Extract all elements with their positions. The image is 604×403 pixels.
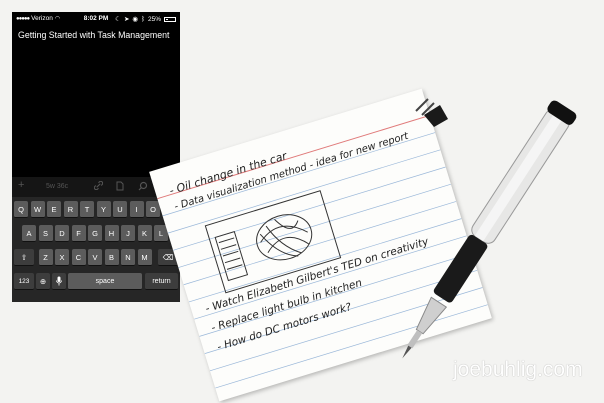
key-h[interactable]: H bbox=[104, 225, 119, 242]
key-q[interactable]: Q bbox=[14, 201, 28, 218]
key-n[interactable]: N bbox=[121, 249, 135, 266]
key-w[interactable]: W bbox=[30, 201, 45, 218]
numbers-key[interactable]: 123 bbox=[14, 273, 34, 290]
key-u[interactable]: U bbox=[113, 201, 127, 218]
keyboard: Q W E R T Y U I O P A S D F G H J K L ⇧ … bbox=[12, 197, 180, 302]
key-j[interactable]: J bbox=[121, 225, 135, 242]
note-title[interactable]: Getting Started with Task Management bbox=[18, 30, 169, 40]
battery-percent: 25% bbox=[147, 15, 161, 23]
key-e[interactable]: E bbox=[47, 201, 61, 218]
pen bbox=[402, 100, 577, 359]
key-m[interactable]: M bbox=[137, 249, 152, 266]
key-z[interactable]: Z bbox=[38, 249, 53, 266]
shift-icon[interactable]: ⇧ bbox=[14, 249, 34, 266]
location-icon: ➤ bbox=[123, 16, 130, 23]
plus-icon[interactable]: + bbox=[18, 179, 24, 191]
key-a[interactable]: A bbox=[22, 225, 36, 242]
alarm-icon: ◉ bbox=[132, 16, 139, 23]
link-icon[interactable] bbox=[93, 180, 104, 192]
search-icon[interactable] bbox=[138, 181, 148, 193]
key-r[interactable]: R bbox=[63, 201, 78, 218]
status-bar: ●●●●● Verizon ◠ 8:02 PM ☾ ➤ ◉ ᛒ 25% bbox=[12, 12, 180, 25]
key-b[interactable]: B bbox=[104, 249, 119, 266]
moon-icon: ☾ bbox=[115, 16, 121, 23]
key-g[interactable]: G bbox=[88, 225, 102, 242]
key-s[interactable]: S bbox=[38, 225, 53, 242]
key-d[interactable]: D bbox=[55, 225, 69, 242]
key-k[interactable]: K bbox=[137, 225, 152, 242]
key-t[interactable]: T bbox=[80, 201, 94, 218]
key-c[interactable]: C bbox=[71, 249, 86, 266]
microphone-icon[interactable] bbox=[52, 273, 66, 290]
key-f[interactable]: F bbox=[71, 225, 86, 242]
space-key[interactable]: space bbox=[68, 273, 142, 290]
bluetooth-icon: ᛒ bbox=[141, 15, 145, 23]
word-count: 5w 36c bbox=[46, 183, 69, 190]
key-v[interactable]: V bbox=[88, 249, 102, 266]
document-icon[interactable] bbox=[116, 181, 124, 193]
key-i[interactable]: I bbox=[129, 201, 144, 218]
phone-screenshot: ●●●●● Verizon ◠ 8:02 PM ☾ ➤ ◉ ᛒ 25% Gett… bbox=[12, 12, 180, 302]
watermark: joebuhlig.com bbox=[453, 358, 583, 381]
return-key[interactable]: return bbox=[145, 273, 178, 290]
battery-icon bbox=[164, 16, 176, 22]
globe-icon[interactable]: ⊕ bbox=[36, 273, 50, 290]
key-y[interactable]: Y bbox=[96, 201, 111, 218]
key-x[interactable]: X bbox=[55, 249, 69, 266]
